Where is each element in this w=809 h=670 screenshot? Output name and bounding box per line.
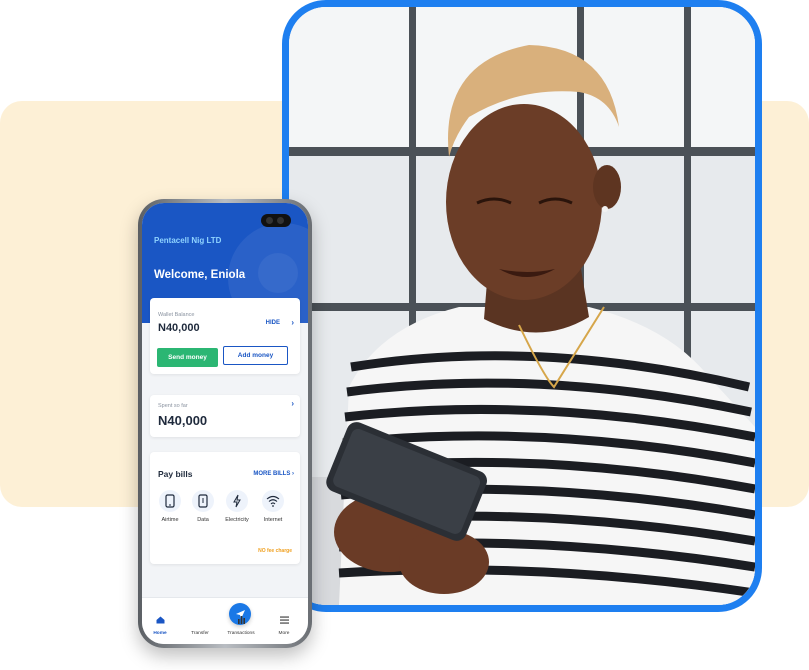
spent-amount: N40,000 xyxy=(158,413,208,428)
bill-electricity[interactable]: Electricity xyxy=(222,490,252,523)
phone-screen: Pentacell Nig LTD Welcome, Eniola Wallet… xyxy=(142,203,308,644)
header-decoration xyxy=(258,253,298,293)
bill-label: Airtime xyxy=(161,517,179,523)
send-money-button[interactable]: Send money xyxy=(157,348,218,367)
phone-mockup: Pentacell Nig LTD Welcome, Eniola Wallet… xyxy=(138,199,312,648)
bottom-tab-bar: Home Transfer Transactions More xyxy=(142,597,308,644)
chevron-right-icon[interactable]: › xyxy=(291,399,294,408)
wallet-balance-amount: N40,000 xyxy=(158,322,200,334)
tab-more[interactable]: More xyxy=(266,611,302,636)
bill-internet[interactable]: Internet xyxy=(258,490,288,523)
pay-bills-title: Pay bills xyxy=(158,469,193,479)
welcome-heading: Welcome, Eniola xyxy=(154,269,246,281)
tab-home[interactable]: Home xyxy=(142,611,178,636)
tab-transfer[interactable]: Transfer xyxy=(182,603,251,636)
more-bills-label: MORE BILLS xyxy=(253,471,291,477)
tab-label: Home xyxy=(153,631,167,636)
bill-data[interactable]: Data xyxy=(188,490,218,523)
wallet-balance-label: Wallet Balance xyxy=(158,312,195,318)
hero-photo xyxy=(282,0,762,612)
tab-label: More xyxy=(278,631,290,636)
bill-airtime[interactable]: Airtime xyxy=(155,490,185,523)
tab-label: Transactions xyxy=(227,631,255,636)
bill-label: Electricity xyxy=(225,517,249,523)
data-icon xyxy=(192,490,214,512)
bill-label: Internet xyxy=(263,517,283,523)
bill-label: Data xyxy=(197,517,209,523)
no-fee-note: NO fee charge xyxy=(258,548,292,554)
more-bills-link[interactable]: MORE BILLS › xyxy=(253,471,294,477)
front-camera xyxy=(261,214,291,227)
home-icon xyxy=(156,616,164,624)
woman-with-phone-illustration xyxy=(289,7,755,605)
menu-icon xyxy=(279,616,289,624)
spent-card[interactable]: Spent so far N40,000 › xyxy=(150,395,300,437)
pay-bills-card: Pay bills MORE BILLS › Airtime Data Elec… xyxy=(150,452,300,564)
spent-label: Spent so far xyxy=(158,403,188,409)
phone-icon xyxy=(159,490,181,512)
hide-balance-link[interactable]: HIDE xyxy=(266,320,280,326)
tab-transactions[interactable]: Transactions xyxy=(223,611,259,636)
add-money-button[interactable]: Add money xyxy=(223,346,288,365)
chevron-right-icon[interactable]: › xyxy=(291,318,294,327)
tab-label: Transfer xyxy=(191,631,209,636)
lightning-icon xyxy=(226,490,248,512)
wallet-card: Wallet Balance N40,000 HIDE › Send money… xyxy=(150,298,300,374)
wifi-icon xyxy=(262,490,284,512)
company-name: Pentacell Nig LTD xyxy=(154,236,222,245)
bar-chart-icon xyxy=(237,616,245,624)
